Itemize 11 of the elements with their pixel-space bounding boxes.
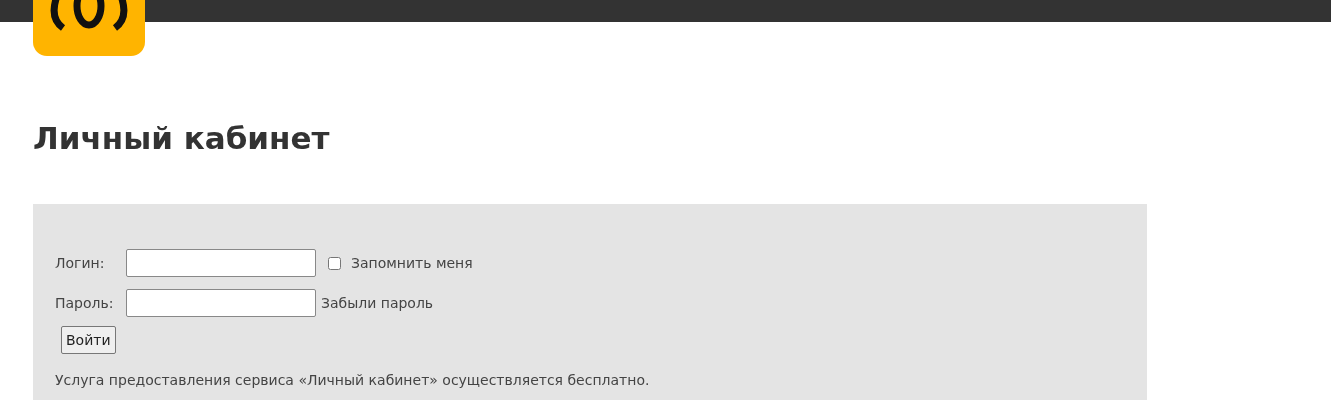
remember-label: Запомнить меня (351, 253, 473, 273)
remember-checkbox[interactable] (328, 256, 341, 270)
forgot-password-link[interactable]: Забыли пароль (321, 292, 434, 314)
login-label: Логин: (55, 253, 106, 273)
page-title: Личный кабинет (33, 119, 331, 158)
password-label: Пароль: (55, 293, 115, 313)
password-field[interactable] (126, 289, 316, 317)
service-note: Услуга предоставления сервиса «Личный кабинет» осуществляется бесплатно. (55, 371, 651, 390)
login-field[interactable] (126, 249, 316, 277)
logo-icon[interactable] (33, 0, 145, 56)
login-button[interactable]: Войти (61, 326, 116, 354)
